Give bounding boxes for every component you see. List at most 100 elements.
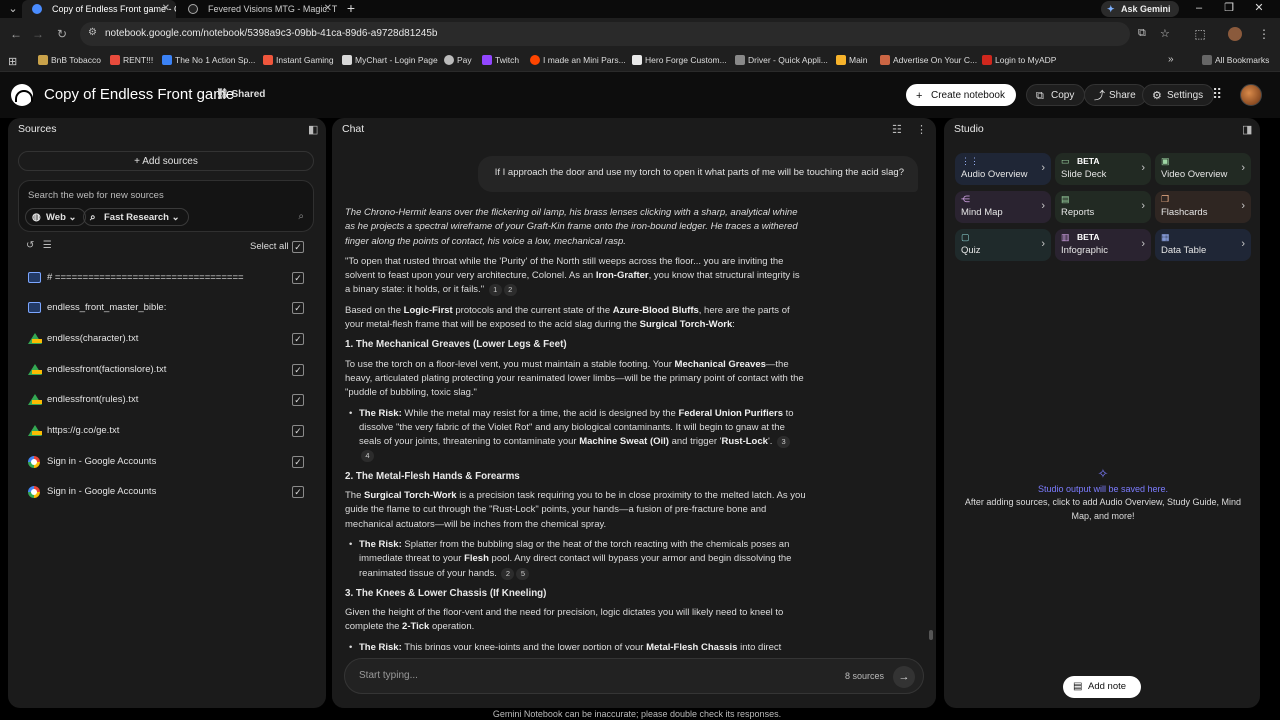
user-avatar[interactable] [1240,84,1262,106]
new-tab-icon[interactable]: + [344,0,358,18]
web-search-box[interactable]: Search the web for new sources ◍ Web ⌄ ⌕ F… [18,180,314,232]
more-bookmarks-icon[interactable]: » [1168,54,1174,65]
bookmark-item[interactable]: Instant Gaming [263,55,334,65]
citation-chip[interactable]: 4 [361,450,374,463]
refresh-icon[interactable]: ↺ [26,240,34,251]
search-submit-icon[interactable]: ⌕ [298,211,304,222]
ask-gemini-button[interactable]: ✦ Ask Gemini [1101,1,1179,17]
address-bar[interactable]: ⚙ notebook.google.com/notebook/5398a9c3-… [80,22,1170,46]
create-notebook-button[interactable]: + Create notebook [906,84,1016,106]
citation-chip[interactable]: 3 [777,436,791,449]
audio-overview-tile[interactable]: ⋮⋮ Audio Overview › [955,153,1051,185]
site-info-icon[interactable]: ⚙ [88,27,97,38]
reload-icon[interactable]: ↻ [54,26,70,42]
extensions-icon[interactable]: ⬚ [1192,26,1208,42]
quiz-tile[interactable]: ▢ Quiz › [955,229,1051,261]
chat-more-icon[interactable]: ⋮ [916,123,927,136]
apps-grid-icon[interactable]: ⊞ [8,55,17,68]
source-checkbox[interactable]: ✓ [292,333,304,345]
copy-button[interactable]: ⧉ Copy [1026,84,1086,106]
close-tab-icon[interactable]: ✕ [324,0,332,18]
chat-input-placeholder[interactable]: Start typing... [359,670,418,681]
bookmark-item[interactable]: Hero Forge Custom... [632,55,727,65]
video-overview-tile[interactable]: ▣ Video Overview › [1155,153,1251,185]
collapse-panel-icon[interactable]: ◧ [308,123,318,136]
chat-settings-icon[interactable]: ☷ [892,123,902,136]
select-all-label[interactable]: Select all [250,241,289,252]
data-table-tile[interactable]: ▦ Data Table › [1155,229,1251,261]
bookmark-item[interactable]: Pay [444,55,472,65]
bookmark-item[interactable]: Driver - Quick Appli... [735,55,828,65]
reports-tile[interactable]: ▤ Reports › [1055,191,1151,223]
chat-input[interactable]: Start typing... 8 sources → [344,658,924,694]
select-all-checkbox[interactable]: ✓ [292,241,304,253]
citation-chip[interactable]: 2 [503,284,517,297]
cast-icon[interactable]: ⧉ [1138,27,1146,40]
add-note-button[interactable]: ▤ Add note [1063,676,1141,698]
mind-map-tile[interactable]: ⋲ Mind Map › [955,191,1051,223]
bookmark-item[interactable]: RENT!!! [110,55,153,65]
all-bookmarks[interactable]: All Bookmarks [1202,55,1269,65]
notebook-logo-icon[interactable] [11,84,33,106]
citation-chip[interactable]: 2 [501,567,515,580]
share-button[interactable]: ⤴ Share [1084,84,1147,106]
web-source-dropdown[interactable]: ◍ Web ⌄ [25,208,86,226]
source-item[interactable]: endlessfront(factionslore).txt ✓ [26,360,308,380]
source-checkbox[interactable]: ✓ [292,456,304,468]
chat-scrollbar[interactable] [929,630,933,640]
apps-grid-icon[interactable]: ⠿ [1212,86,1222,103]
source-checkbox[interactable]: ✓ [292,272,304,284]
browser-menu-icon[interactable]: ⋮ [1256,26,1272,42]
add-sources-button[interactable]: + Add sources [18,151,314,171]
source-label: endless(character).txt [47,333,139,344]
source-checkbox[interactable]: ✓ [292,302,304,314]
source-checkbox[interactable]: ✓ [292,486,304,498]
section-paragraph: The Surgical Torch-Work is a precision t… [345,489,807,532]
shared-label: Shared [231,89,266,100]
research-mode-dropdown[interactable]: ⌕ Fast Research ⌄ [83,208,189,226]
bookmark-item[interactable]: Main [836,55,867,65]
bookmark-item[interactable]: BnB Tobacco [38,55,101,65]
bookmark-item[interactable]: MyChart - Login Page [342,55,438,65]
browser-profile-avatar[interactable] [1228,27,1242,41]
citation-chip[interactable]: 5 [516,567,530,580]
source-item[interactable]: endless(character).txt ✓ [26,329,308,349]
collapse-panel-icon[interactable]: ◨ [1242,123,1252,136]
slide-deck-tile[interactable]: ▭ BETA Slide Deck › [1055,153,1151,185]
bookmark-item[interactable]: Twitch [482,55,519,65]
source-item[interactable]: Sign in - Google Accounts ✓ [26,482,308,502]
source-item[interactable]: # ================================== ✓ [26,268,308,288]
bookmark-item[interactable]: Advertise On Your C... [880,55,977,65]
bookmark-item[interactable]: I made an Mini Pars... [530,55,626,65]
bookmark-item[interactable]: Login to MyADP [982,55,1056,65]
infographic-tile[interactable]: ▥ BETA Infographic › [1055,229,1151,261]
source-checkbox[interactable]: ✓ [292,394,304,406]
source-checkbox[interactable]: ✓ [292,364,304,376]
forward-icon[interactable]: → [30,26,46,42]
settings-button[interactable]: ⚙ Settings [1142,84,1215,106]
citation-chip[interactable]: 1 [488,284,502,297]
flashcards-tile[interactable]: ❐ Flashcards › [1155,191,1251,223]
bold-run: Machine Sweat (Oil) [579,436,669,448]
notebook-title[interactable]: Copy of Endless Front game [44,86,234,103]
search-placeholder[interactable]: Search the web for new sources [28,190,164,201]
intro-paragraph: Based on the Logic-First protocols and t… [345,304,807,333]
close-window-icon[interactable]: ✕ [1244,0,1274,18]
browser-tab-active[interactable]: Copy of Endless Front game - G ✕ [22,0,176,18]
back-icon[interactable]: ← [8,26,24,42]
bookmark-item[interactable]: The No 1 Action Sp... [162,55,255,65]
bookmark-star-icon[interactable]: ☆ [1160,27,1170,40]
shared-badge[interactable]: ⛓ Shared [216,89,265,100]
maximize-icon[interactable]: ❐ [1214,0,1244,18]
source-item[interactable]: Sign in - Google Accounts ✓ [26,452,308,472]
source-item[interactable]: endless_front_master_bible: ✓ [26,298,308,318]
close-tab-icon[interactable]: ✕ [162,0,170,18]
sort-icon[interactable]: ☰ [43,240,52,251]
tab-search-chevron-icon[interactable]: ⌄ [4,0,22,18]
source-checkbox[interactable]: ✓ [292,425,304,437]
browser-tab[interactable]: Fevered Visions MTG - Magic: T ✕ [178,0,338,18]
source-item[interactable]: endlessfront(rules).txt ✓ [26,390,308,410]
source-item[interactable]: https://g.co/ge.txt ✓ [26,421,308,441]
send-arrow-icon[interactable]: → [893,666,915,688]
minimize-icon[interactable]: – [1184,0,1214,18]
